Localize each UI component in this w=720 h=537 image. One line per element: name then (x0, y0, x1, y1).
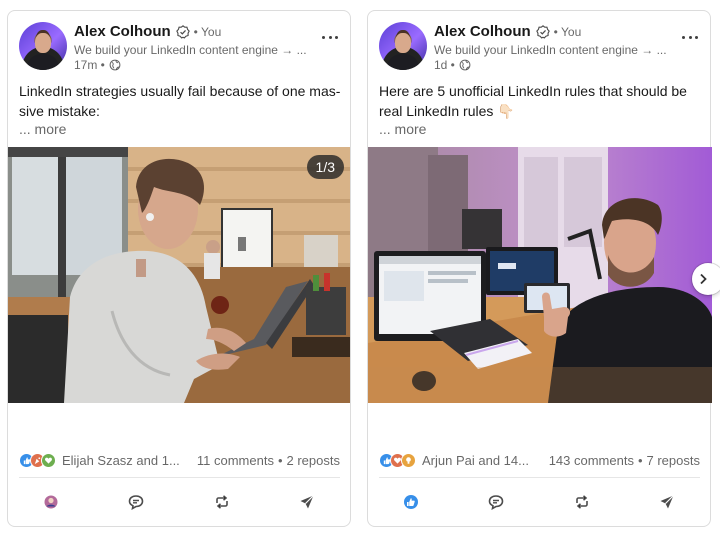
post-image[interactable] (368, 147, 712, 403)
reaction-icons[interactable] (19, 452, 56, 468)
chevron-right-icon (700, 273, 707, 285)
author-name[interactable]: Alex Colhoun (74, 23, 171, 40)
see-more-link[interactable]: ... more (19, 121, 66, 137)
social-counts: Arjun Pai and 14... 143 comments • 7 rep… (379, 451, 700, 469)
post-meta: 1d • (434, 58, 471, 72)
repost-count[interactable]: 2 reposts (287, 453, 340, 468)
post-header: Alex Colhoun • You We build your LinkedI… (379, 22, 700, 72)
send-button[interactable] (265, 487, 351, 517)
separator-dot: • (637, 452, 643, 468)
post-text: Here are 5 unofficial LinkedIn rules tha… (379, 83, 687, 119)
author-tagline: We build your LinkedIn content engine → … (74, 43, 307, 57)
like-filled-icon (403, 495, 418, 509)
carousel-next-button[interactable] (692, 263, 720, 295)
love-icon (41, 452, 56, 468)
post-text: LinkedIn strategies usually fail because… (19, 83, 341, 119)
repost-button[interactable] (179, 487, 265, 517)
post-options-button[interactable] (320, 30, 340, 44)
author-name-row: Alex Colhoun • You (74, 23, 221, 40)
divider (379, 477, 700, 478)
repost-icon (575, 495, 588, 509)
post-time: 1d • (434, 58, 455, 72)
connection-degree: • You (553, 24, 582, 39)
repost-button[interactable] (539, 487, 625, 517)
reactor-names[interactable]: Elijah Szasz and 1... (62, 453, 180, 468)
action-bar (8, 487, 350, 517)
like-button[interactable] (368, 487, 454, 517)
post-time: 17m • (74, 58, 105, 72)
author-name[interactable]: Alex Colhoun (434, 23, 531, 40)
post-card: Alex Colhoun • You We build your LinkedI… (367, 10, 720, 527)
insight-icon (401, 452, 416, 468)
comment-count[interactable]: 143 comments (549, 453, 634, 468)
repost-icon (215, 495, 228, 509)
reactor-names[interactable]: Arjun Pai and 14... (422, 453, 529, 468)
comment-icon (128, 495, 144, 510)
post-card: Alex Colhoun • You We build your LinkedI… (7, 10, 351, 527)
photo-desk-setup-thumbs-up (368, 147, 712, 403)
social-counts: Elijah Szasz and 1... 11 comments • 2 re… (19, 451, 340, 469)
send-button[interactable] (625, 487, 711, 517)
reaction-icons[interactable] (379, 452, 416, 468)
post-meta: 17m • (74, 58, 121, 72)
globe-icon (459, 59, 471, 71)
post-header: Alex Colhoun • You We build your LinkedI… (19, 22, 340, 72)
comment-button[interactable] (454, 487, 540, 517)
send-icon (300, 495, 315, 509)
comment-count[interactable]: 11 comments (197, 453, 274, 468)
send-icon (660, 495, 675, 509)
post-carousel-image[interactable]: 1/3 (8, 147, 350, 403)
connection-degree: • You (193, 24, 222, 39)
comment-button[interactable] (94, 487, 180, 517)
globe-icon (109, 59, 121, 71)
reaction-avatar-icon (44, 495, 58, 509)
see-more-link[interactable]: ... more (379, 121, 426, 137)
repost-count[interactable]: 7 reposts (647, 453, 700, 468)
author-avatar[interactable] (379, 22, 427, 70)
author-name-row: Alex Colhoun • You (434, 23, 581, 40)
author-tagline: We build your LinkedIn content engine → … (434, 43, 667, 57)
react-button[interactable] (8, 487, 94, 517)
action-bar (368, 487, 710, 517)
photo-man-typing-on-laptop (8, 147, 350, 403)
comment-icon (488, 495, 504, 510)
post-options-button[interactable] (680, 30, 700, 44)
verified-icon (175, 24, 190, 39)
divider (19, 477, 340, 478)
separator-dot: • (277, 452, 283, 468)
carousel-counter: 1/3 (306, 155, 344, 179)
verified-icon (535, 24, 550, 39)
author-avatar[interactable] (19, 22, 67, 70)
